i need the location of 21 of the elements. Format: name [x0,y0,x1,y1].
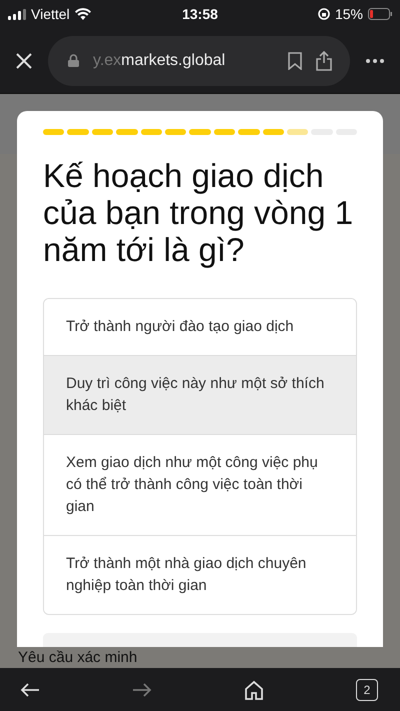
more-icon[interactable] [366,58,384,62]
rotation-lock-icon [318,8,330,20]
question-title: Kế hoạch giao dịch của bạn trong vòng 1 năm tới là gì? [43,157,354,268]
bookmark-icon[interactable] [288,52,302,70]
url-text: y.exmarkets.global [93,52,226,70]
wifi-icon [74,8,91,20]
close-icon[interactable] [16,52,32,68]
lock-icon [68,54,79,67]
answer-option[interactable]: Duy trì công việc này như một sở thích khác biệt [44,355,356,434]
carrier-name: Viettel [31,6,70,22]
home-icon[interactable] [244,680,264,700]
battery-icon [368,8,392,20]
back-arrow-icon[interactable] [20,682,40,698]
page-heading: Yêu cầu xác minh [18,649,138,666]
clock-time: 13:58 [181,6,219,22]
answer-option[interactable]: Trở thành một nhà giao dịch chuyên nghiệp toàn thời gian [44,535,356,614]
signal-icon [8,8,26,20]
tabs-button[interactable]: 2 [356,678,378,700]
address-bar[interactable]: y.exmarkets.global [48,36,350,86]
battery-percent: 15% [334,6,363,22]
share-icon[interactable] [316,50,332,70]
